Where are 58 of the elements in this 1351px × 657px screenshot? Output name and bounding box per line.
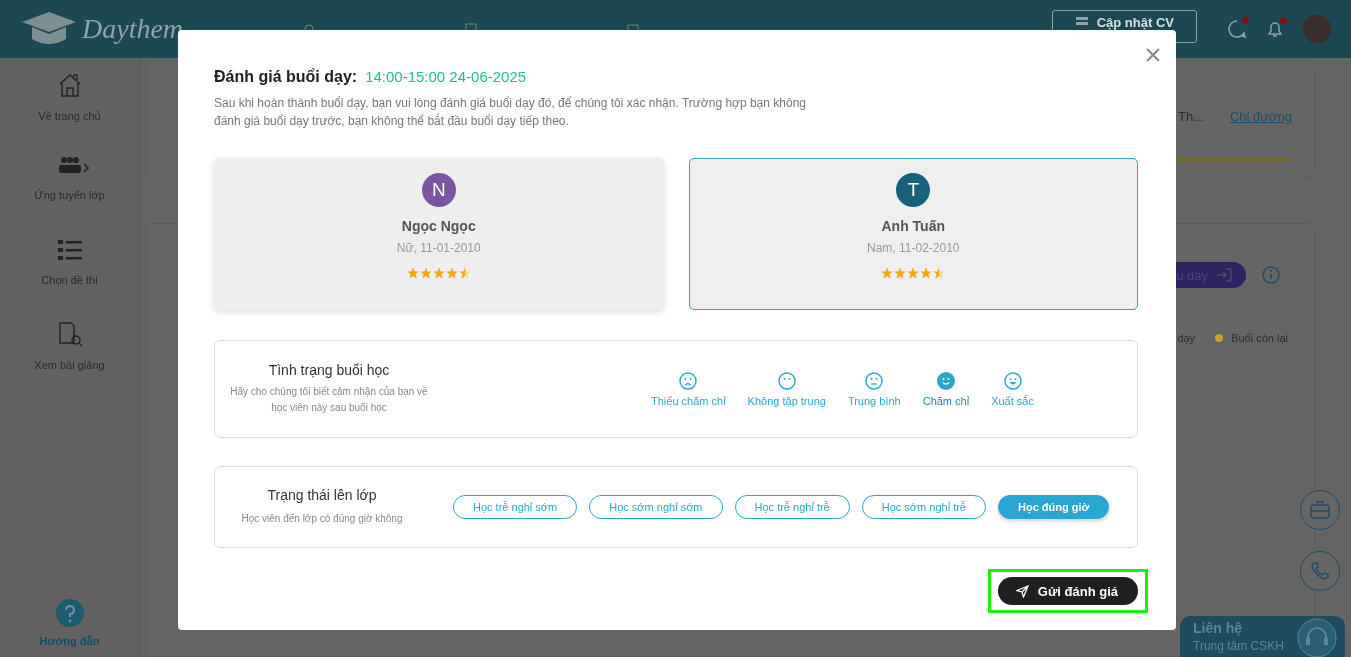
- briefcase-icon: [1310, 501, 1330, 519]
- student-card[interactable]: T Anh Tuấn Nam, 11-02-2010: [688, 158, 1138, 310]
- help-link[interactable]: Hướng dẫn: [39, 635, 100, 647]
- notification-dot: [1242, 17, 1249, 24]
- star-icon: [406, 267, 419, 279]
- star-icon: [432, 267, 445, 279]
- student-name: Anh Tuấn: [881, 218, 945, 234]
- notification-dot: [1280, 17, 1287, 24]
- close-icon: [1146, 48, 1160, 62]
- chevron-right-icon[interactable]: [83, 163, 89, 173]
- rating-option[interactable]: Không tập trung: [747, 371, 826, 407]
- rating-option[interactable]: Chăm chỉ: [922, 371, 970, 407]
- document-search-icon: [56, 321, 83, 347]
- send-icon: [1015, 584, 1029, 598]
- chat-icon[interactable]: [1227, 19, 1247, 39]
- section-hint: Hãy cho chúng tôi biết cảm nhận của bạn về học viên này sau buổi học: [229, 385, 429, 415]
- bell-icon[interactable]: [1265, 19, 1285, 39]
- avatar-initial: N: [421, 173, 456, 207]
- address-text: Th...: [1177, 109, 1204, 124]
- section-hint: Học viên đến lớp có đúng giờ không: [241, 512, 403, 526]
- student-info: Nam, 11-02-2010: [867, 241, 960, 255]
- directions-link[interactable]: Chỉ đường: [1229, 109, 1292, 124]
- description-text: Sau khi hoàn thành buổi dạy, bạn vui lòng đánh giá buổi dạy đó, để chúng tôi xác nhận. Trường hợp bạn không đánh giá buổi dạy trước, bạn không thể bắt đầu buổi dạy tiếp theo.: [214, 95, 807, 130]
- submit-button[interactable]: Gửi đánh giá: [997, 577, 1138, 605]
- section-title: Tình trạng buổi học: [268, 362, 390, 378]
- contact-panel[interactable]: Liên hệ Trung tâm CSKH: [1180, 616, 1345, 657]
- student-card[interactable]: N Ngọc Ngọc Nữ, 11-01-2010: [214, 158, 664, 310]
- attendance-option[interactable]: Học đúng giờ: [998, 495, 1110, 519]
- rating-option[interactable]: Thiếu chăm chỉ: [651, 371, 726, 407]
- rating-option[interactable]: Xuất sắc: [991, 371, 1034, 407]
- star-icon: [458, 267, 471, 279]
- attendance-option[interactable]: Học sớm nghỉ sớm: [589, 495, 723, 519]
- legend-label: dạy: [1177, 332, 1196, 344]
- attendance-option[interactable]: Học trễ nghỉ trễ: [734, 495, 850, 519]
- star-icon: [920, 267, 933, 279]
- star-icon: [933, 267, 946, 279]
- headset-icon: [1297, 618, 1337, 657]
- star-icon: [419, 267, 432, 279]
- login-arrow-icon: [1216, 268, 1232, 282]
- help-icon[interactable]: [55, 599, 84, 627]
- modal-title: Đánh giá buổi dạy:: [214, 68, 358, 86]
- contact-title: Liên hệ: [1193, 620, 1243, 636]
- star-icon: [881, 267, 894, 279]
- session-time: 14:00-15:00 24-06-2025: [365, 68, 527, 85]
- attendance-option[interactable]: Học sớm nghỉ trễ: [861, 495, 986, 519]
- student-name: Ngọc Ngọc: [401, 218, 476, 234]
- avatar-initial: T: [896, 173, 931, 207]
- star-icon: [445, 267, 458, 279]
- rating-option[interactable]: Trung bình: [847, 371, 901, 407]
- phone-icon: [1310, 561, 1330, 581]
- attendance-option[interactable]: Học trễ nghỉ sớm: [453, 495, 578, 519]
- student-info: Nữ, 11-01-2010: [396, 241, 481, 255]
- star-icon: [907, 267, 920, 279]
- contact-subtitle: Trung tâm CSKH: [1193, 639, 1285, 653]
- stack-icon: [1074, 16, 1089, 28]
- star-icon: [894, 267, 907, 279]
- list-icon: [56, 238, 83, 262]
- section-title: Trạng thái lên lớp: [267, 487, 377, 503]
